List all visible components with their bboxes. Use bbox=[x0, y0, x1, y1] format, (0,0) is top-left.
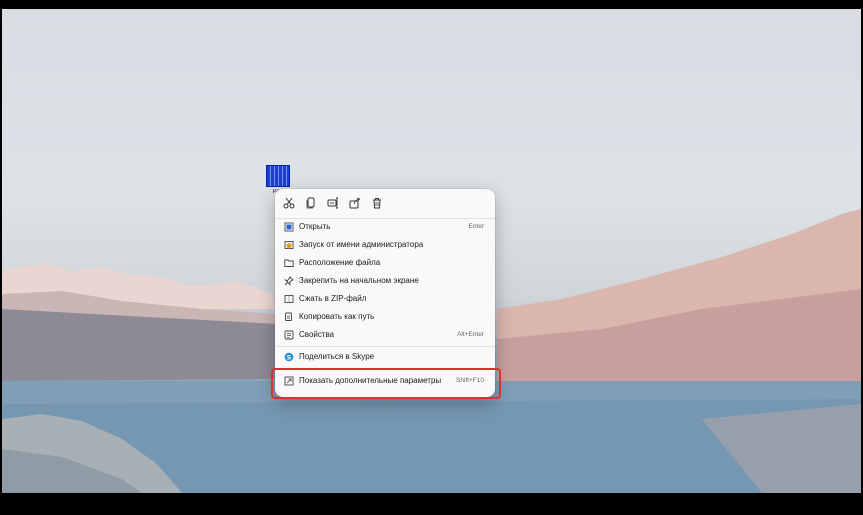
open-icon bbox=[284, 222, 294, 232]
zip-icon bbox=[284, 294, 294, 304]
folder-icon bbox=[284, 258, 294, 268]
menu-item-open[interactable]: Открыть Enter bbox=[279, 219, 491, 235]
admin-shield-icon bbox=[284, 240, 294, 250]
highlight-box bbox=[271, 368, 501, 399]
menu-item-share-skype[interactable]: S Поделиться в Skype bbox=[279, 349, 491, 365]
menu-item-pin-start[interactable]: Закрепить на начальном экране bbox=[279, 273, 491, 289]
svg-text:S: S bbox=[287, 353, 292, 361]
properties-icon bbox=[284, 330, 294, 340]
copy-icon[interactable] bbox=[305, 197, 317, 209]
delete-icon[interactable] bbox=[371, 197, 383, 209]
menu-item-label: Закрепить на начальном экране bbox=[299, 276, 419, 285]
context-menu-toolbar bbox=[275, 189, 495, 217]
context-menu: Открыть Enter Запуск от имени администра… bbox=[275, 189, 495, 397]
share-icon[interactable] bbox=[349, 197, 361, 209]
menu-item-label: Поделиться в Skype bbox=[299, 352, 375, 361]
menu-item-copy-as-path[interactable]: Копировать как путь bbox=[279, 309, 491, 325]
menu-item-label: Сжать в ZIP-файл bbox=[299, 294, 367, 303]
menu-item-compress-zip[interactable]: Сжать в ZIP-файл bbox=[279, 291, 491, 307]
rename-icon[interactable] bbox=[327, 197, 339, 209]
menu-item-label: Открыть bbox=[299, 222, 331, 231]
menu-item-properties[interactable]: Свойства Alt+Enter bbox=[279, 327, 491, 343]
menu-item-shortcut: Enter bbox=[468, 223, 484, 230]
menu-item-run-as-admin[interactable]: Запуск от имени администратора bbox=[279, 237, 491, 253]
menu-item-label: Свойства bbox=[299, 330, 335, 339]
menu-separator bbox=[275, 346, 495, 347]
skype-icon: S bbox=[284, 352, 294, 362]
menu-item-label: Запуск от имени администратора bbox=[299, 240, 424, 249]
menu-item-shortcut: Alt+Enter bbox=[457, 331, 484, 338]
pin-icon bbox=[284, 276, 294, 286]
menu-item-label: Копировать как путь bbox=[299, 312, 375, 321]
menu-item-file-location[interactable]: Расположение файла bbox=[279, 255, 491, 271]
menu-item-label: Расположение файла bbox=[299, 258, 381, 267]
file-thumbnail-icon bbox=[266, 165, 290, 187]
cut-icon[interactable] bbox=[283, 197, 295, 209]
copy-path-icon bbox=[284, 312, 294, 322]
